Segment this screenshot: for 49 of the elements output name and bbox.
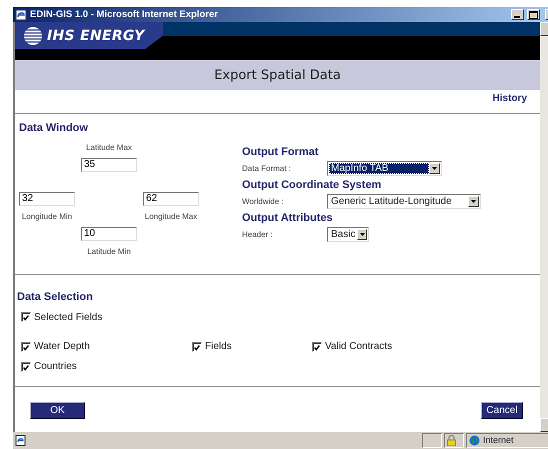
checkbox-label[interactable]: Fields xyxy=(205,339,232,354)
field-label: Header : xyxy=(242,228,274,240)
field-label: Data Format : xyxy=(242,162,292,174)
globe-icon xyxy=(469,435,480,446)
zone-label: Internet xyxy=(483,434,514,447)
section-heading: Output Attributes xyxy=(242,212,334,224)
browser-icon xyxy=(15,8,27,20)
input-field[interactable]: 35 xyxy=(81,158,137,172)
checkbox[interactable] xyxy=(21,362,31,372)
input-field[interactable]: 32 xyxy=(19,192,75,206)
brand-name: IHS ENERGY xyxy=(47,28,145,44)
checkbox-label[interactable]: Countries xyxy=(34,359,77,374)
checkbox[interactable] xyxy=(21,312,31,322)
field-label: Longitude Max xyxy=(144,211,198,223)
section-heading: Data Selection xyxy=(17,291,94,303)
window-title: EDIN-GIS 1.0 - Microsoft Internet Explorer xyxy=(30,9,218,20)
input-field[interactable]: 10 xyxy=(81,227,137,241)
cancel-button[interactable]: Cancel xyxy=(481,402,523,419)
minimize-button[interactable] xyxy=(511,9,524,20)
globe-icon xyxy=(23,26,43,46)
section-heading: Data Window xyxy=(19,122,89,134)
dropdown[interactable]: Basic xyxy=(327,227,369,242)
checkbox-label[interactable]: Selected Fields xyxy=(34,310,102,324)
page-icon xyxy=(15,435,26,446)
dropdown[interactable]: MapInfo TAB xyxy=(327,161,442,176)
checkbox[interactable] xyxy=(312,342,322,352)
page-title: Export Spatial Data xyxy=(214,68,341,82)
dropdown[interactable]: Generic Latitude-Longitude xyxy=(327,194,481,209)
caret-icon xyxy=(471,200,476,203)
caret-icon xyxy=(360,233,365,236)
section-heading: Output Format xyxy=(242,146,320,158)
section-heading: Output Coordinate System xyxy=(242,179,382,191)
field-label: Longitude Min xyxy=(20,211,74,223)
checkbox-label[interactable]: Water Depth xyxy=(34,339,90,354)
scroll-up-button[interactable] xyxy=(540,22,548,36)
scroll-down-button[interactable] xyxy=(540,418,548,432)
history-link[interactable]: History xyxy=(492,93,527,113)
caret-icon xyxy=(432,167,437,170)
field-label: Latitude Min xyxy=(86,246,132,258)
input-field[interactable]: 62 xyxy=(143,192,199,206)
maximize-button[interactable] xyxy=(527,9,540,20)
field-label: Worldwide : xyxy=(242,196,285,208)
field-label: Latitude Max xyxy=(85,142,133,154)
lock-icon xyxy=(447,435,456,446)
checkbox[interactable] xyxy=(21,342,31,352)
ok-button[interactable]: OK xyxy=(30,402,85,419)
checkbox[interactable] xyxy=(192,342,202,352)
maximize-icon xyxy=(529,10,538,18)
checkbox-label[interactable]: Valid Contracts xyxy=(325,339,392,354)
